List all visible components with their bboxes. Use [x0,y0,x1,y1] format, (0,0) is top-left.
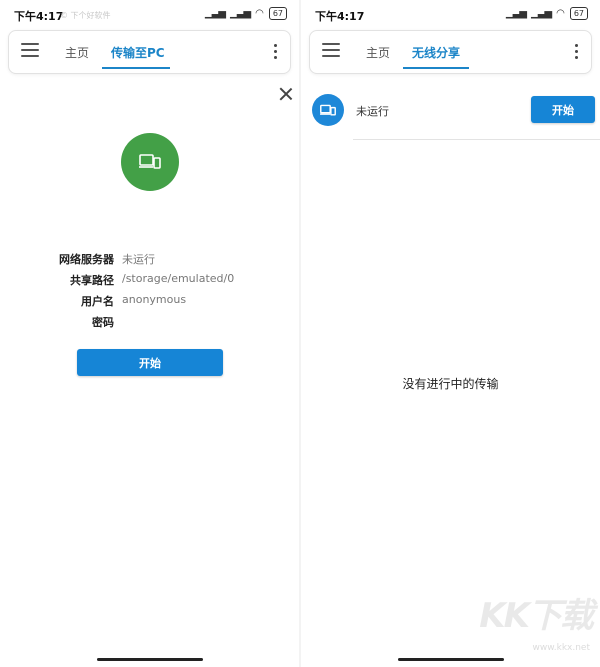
wifi-icon: ◠ [556,8,565,19]
info-row-path: 共享路径 /storage/emulated/0 [0,272,299,292]
signal-icon: ▁▃▅ [204,8,226,19]
start-server-button[interactable]: 开始 [77,349,223,376]
username-value: anonymous [122,293,187,306]
signal-icon: ▁▃▅ [531,8,552,19]
status-icons: ▁▃▅ ▁▃▅ ◠ 67 [506,7,588,20]
battery-icon: 67 [268,7,287,20]
signal-icon: ▁▃▅ [505,8,527,19]
close-icon[interactable] [278,86,294,102]
path-value: /storage/emulated/0 [122,272,235,285]
status-watermark: © 下个好软件 [60,11,111,20]
watermark-logo: KK下载 [479,596,594,636]
watermark-url: www.kkx.net [532,643,591,653]
info-row-username: 用户名 anonymous [0,293,299,313]
app-bar: 主页 传输至PC [8,30,291,74]
info-row-password: 密码 [0,314,299,334]
active-tab-indicator [102,67,170,69]
service-status: 未运行 [356,105,389,118]
tab-transfer-to-pc[interactable]: 传输至PC [111,44,165,61]
devices-icon [312,94,344,126]
list-divider [353,139,600,140]
tab-home[interactable]: 主页 [366,44,390,61]
tab-home[interactable]: 主页 [65,44,89,61]
home-indicator [97,658,203,661]
devices-icon [121,133,179,191]
password-label: 密码 [92,316,114,329]
right-screen: 下午4:17 ▁▃▅ ▁▃▅ ◠ 67 主页 无线分享 未运行 开始 没有进行中… [301,0,600,667]
hamburger-menu-icon[interactable] [322,43,340,59]
wifi-icon: ◠ [255,8,264,19]
status-icons: ▁▃▅ ▁▃▅ ◠ 67 [205,7,287,20]
server-value: 未运行 [122,253,155,266]
signal-icon: ▁▃▅ [230,8,251,19]
home-indicator [398,658,504,661]
status-bar: 下午4:17 ▁▃▅ ▁▃▅ ◠ 67 [301,0,600,28]
status-time: 下午4:17 [14,10,64,23]
server-label: 网络服务器 [59,253,114,266]
path-label: 共享路径 [70,274,114,287]
more-options-icon[interactable] [575,44,579,60]
tab-wireless-share[interactable]: 无线分享 [412,44,460,61]
status-bar: 下午4:17 © 下个好软件 ▁▃▅ ▁▃▅ ◠ 67 [0,0,299,28]
hamburger-menu-icon[interactable] [21,43,39,59]
left-screen: 下午4:17 © 下个好软件 ▁▃▅ ▁▃▅ ◠ 67 主页 传输至PC 网络服… [0,0,299,667]
battery-icon: 67 [569,7,588,20]
username-label: 用户名 [81,295,114,308]
active-tab-indicator [403,67,469,69]
app-bar: 主页 无线分享 [309,30,592,74]
status-time: 下午4:17 [315,10,365,23]
more-options-icon[interactable] [274,44,278,60]
info-row-server: 网络服务器 未运行 [0,251,299,271]
start-share-button[interactable]: 开始 [531,96,595,123]
empty-transfers-message: 没有进行中的传输 [402,377,499,391]
